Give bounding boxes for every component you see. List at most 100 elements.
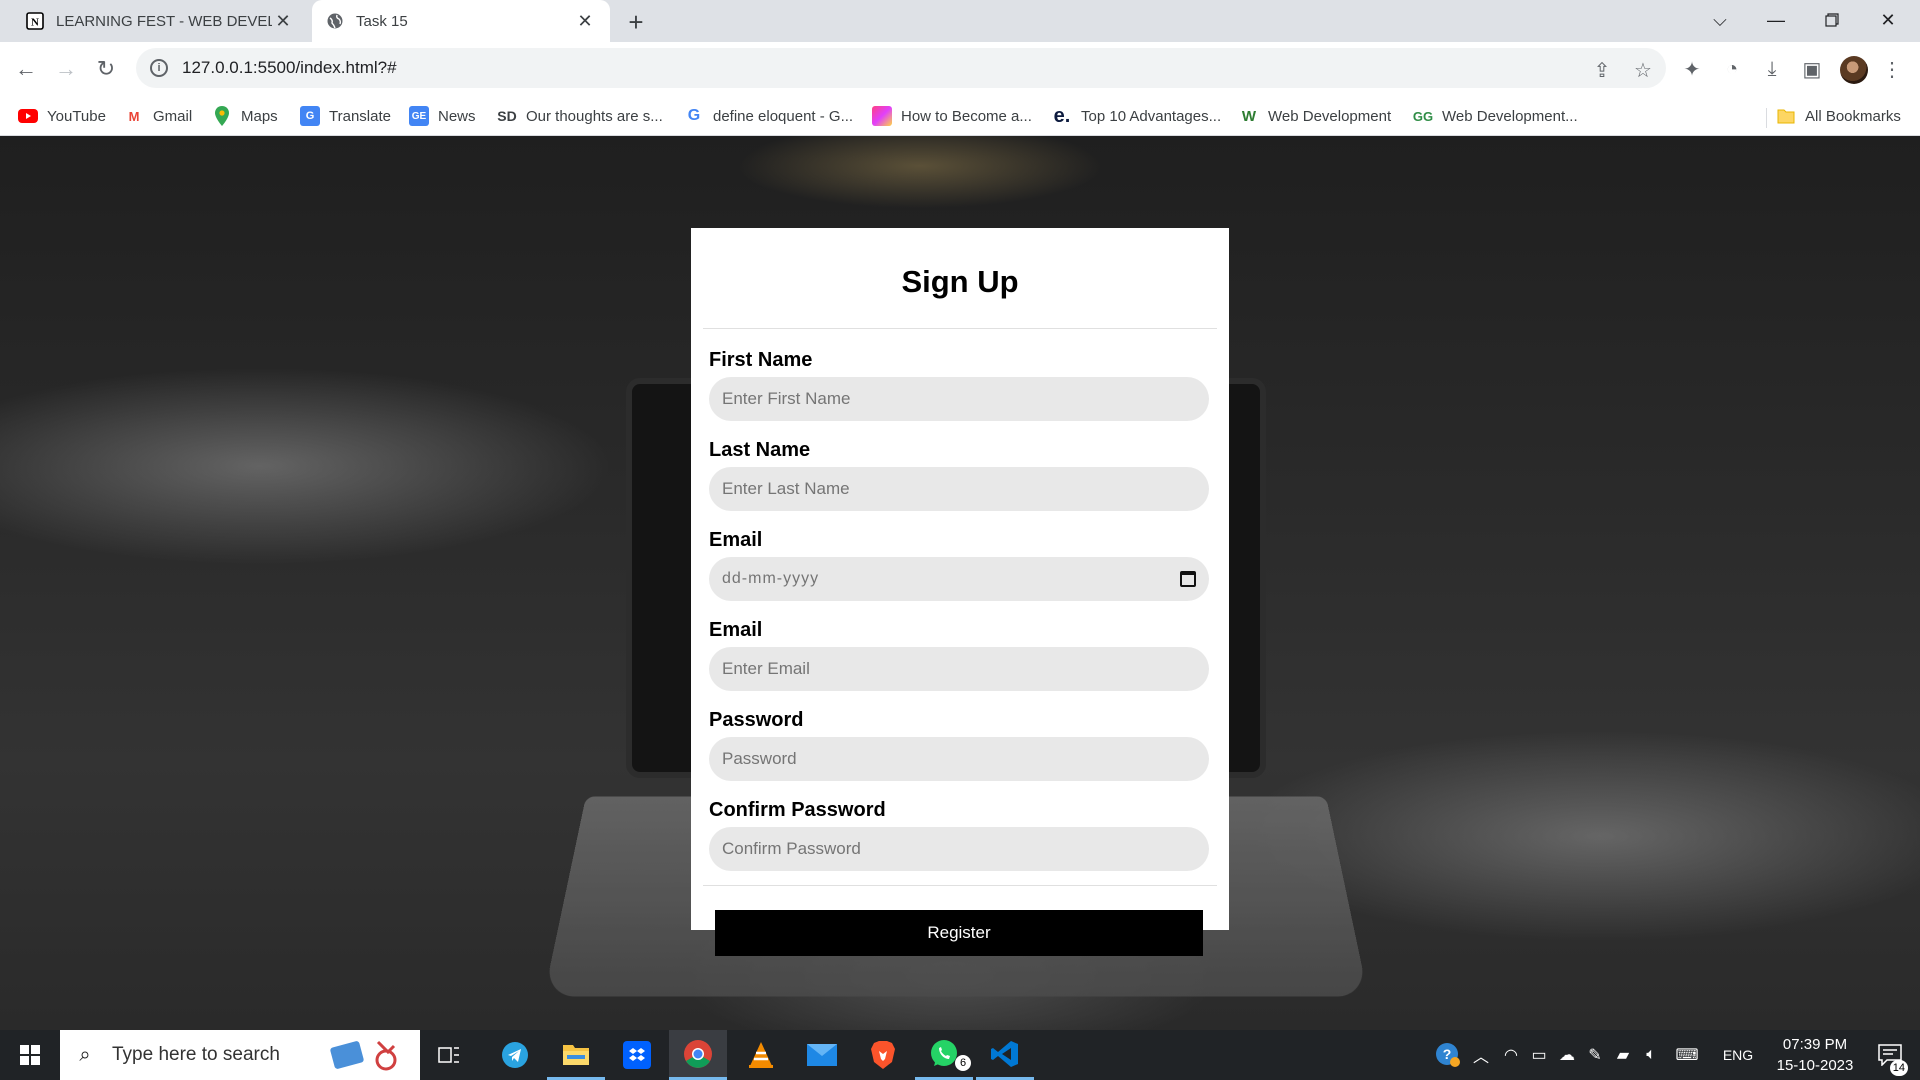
pen-icon[interactable]: ✎	[1582, 1030, 1608, 1080]
language-indicator[interactable]: ENG	[1718, 1030, 1758, 1080]
bookmark-how-to-become[interactable]: How to Become a...	[872, 96, 1032, 136]
taskbar-search[interactable]: ⌕ Type here to search	[60, 1030, 420, 1080]
back-icon[interactable]: ←	[10, 53, 42, 85]
register-button[interactable]: Register	[715, 910, 1203, 956]
reload-icon[interactable]: ↻	[90, 53, 122, 85]
telegram-icon[interactable]	[486, 1030, 544, 1080]
performance-icon[interactable]: ◔	[1716, 53, 1748, 85]
side-panel-icon[interactable]: ▣	[1796, 53, 1828, 85]
last-name-input[interactable]	[709, 467, 1209, 511]
volume-icon[interactable]: 🔈︎	[1638, 1030, 1664, 1080]
bookmark-web-development[interactable]: W Web Development	[1239, 96, 1391, 136]
windows-taskbar: ⌕ Type here to search 6 ? ︿ ◠ ▭ ☁ ✎ ▰ 🔈︎…	[0, 1030, 1920, 1080]
globe-icon	[326, 12, 344, 30]
tab-title: LEARNING FEST - WEB DEVELOPM	[56, 12, 272, 30]
signup-card: Sign Up First Name Last Name Email dd-mm…	[691, 228, 1229, 956]
notification-count-badge: 14	[1889, 1060, 1908, 1076]
menu-icon[interactable]: ⋮	[1876, 53, 1908, 85]
minimize-icon[interactable]: ―	[1748, 0, 1804, 40]
keyboard-icon[interactable]: ⌨	[1670, 1030, 1704, 1080]
download-icon[interactable]: ⤓	[1756, 53, 1788, 85]
footer-divider	[703, 885, 1217, 886]
wifi-icon[interactable]: ◠	[1498, 1030, 1524, 1080]
gfg-icon: GG	[1412, 108, 1434, 124]
close-icon[interactable]: ✕	[272, 10, 294, 32]
close-icon[interactable]: ✕	[574, 10, 596, 32]
dropbox-icon[interactable]	[608, 1030, 666, 1080]
translate-icon: G	[300, 106, 320, 126]
maps-icon	[212, 106, 232, 126]
e-icon: e.	[1053, 104, 1071, 127]
bookmark-web-development-2[interactable]: GG Web Development...	[1413, 96, 1578, 136]
confirm-password-label: Confirm Password	[709, 799, 886, 821]
title-divider	[703, 328, 1217, 329]
bookmark-maps[interactable]: Maps	[212, 96, 278, 136]
all-bookmarks-button[interactable]: All Bookmarks	[1776, 96, 1901, 136]
bookmark-youtube[interactable]: YouTube	[18, 96, 106, 136]
bookmark-top-10-advantages[interactable]: e. Top 10 Advantages...	[1052, 96, 1221, 136]
bookmarks-divider	[1766, 108, 1767, 128]
forward-icon[interactable]: →	[50, 53, 82, 85]
confirm-password-input[interactable]	[709, 827, 1209, 871]
task-view-icon[interactable]	[420, 1030, 478, 1080]
date-placeholder: dd-mm-yyyy	[722, 570, 820, 587]
whatsapp-icon[interactable]: 6	[915, 1030, 973, 1080]
meet-icon[interactable]: ▭	[1526, 1030, 1552, 1080]
tab-task-15[interactable]: Task 15 ✕	[312, 0, 610, 42]
mail-icon[interactable]	[793, 1030, 851, 1080]
chrome-icon[interactable]	[669, 1030, 727, 1080]
folder-icon	[1776, 106, 1796, 126]
search-icon: ⌕	[79, 1043, 91, 1066]
site-info-icon[interactable]: i	[150, 59, 168, 77]
bookmark-gmail[interactable]: M Gmail	[124, 96, 193, 136]
start-button[interactable]	[8, 1035, 52, 1075]
last-name-label: Last Name	[709, 439, 811, 461]
notifications-icon[interactable]: 14	[1868, 1030, 1912, 1080]
tab-search-icon[interactable]: ⌵	[1692, 0, 1748, 40]
vscode-icon[interactable]	[976, 1030, 1034, 1080]
clock-date: 15-10-2023	[1776, 1057, 1854, 1074]
email-input[interactable]	[709, 647, 1209, 691]
new-tab-button[interactable]: +	[622, 7, 650, 37]
notion-icon: N	[26, 12, 44, 30]
date-field-label: Email	[709, 529, 763, 551]
bookmark-our-thoughts[interactable]: SD Our thoughts are s...	[497, 96, 662, 136]
extensions-icon[interactable]: ✦	[1676, 53, 1708, 85]
brave-icon[interactable]	[854, 1030, 912, 1080]
system-clock[interactable]: 07:39 PM 15-10-2023	[1760, 1034, 1870, 1078]
password-label: Password	[709, 709, 804, 731]
file-explorer-icon[interactable]	[547, 1030, 605, 1080]
sd-icon: SD	[497, 108, 517, 124]
profile-avatar[interactable]	[1840, 56, 1868, 84]
help-icon[interactable]: ?	[1432, 1030, 1464, 1080]
address-bar[interactable]: i 127.0.0.1:5500/index.html?#	[136, 48, 1666, 88]
star-icon[interactable]: ☆	[1631, 58, 1655, 82]
chevron-up-icon[interactable]: ︿	[1468, 1030, 1494, 1080]
svg-text:?: ?	[1443, 1046, 1452, 1062]
restore-icon[interactable]	[1804, 0, 1860, 40]
page-title: Sign Up	[901, 264, 1019, 299]
share-icon[interactable]: ⇪	[1590, 58, 1614, 82]
date-input[interactable]: dd-mm-yyyy	[709, 557, 1209, 601]
gmail-icon: M	[128, 108, 140, 124]
bookmark-define-eloquent[interactable]: G define eloquent - G...	[684, 96, 853, 136]
notification-badge: 6	[955, 1055, 971, 1071]
first-name-input[interactable]	[709, 377, 1209, 421]
url-text: 127.0.0.1:5500/index.html?#	[182, 58, 397, 77]
browser-toolbar: ← → ↻ i 127.0.0.1:5500/index.html?# ⇪ ☆ …	[0, 42, 1920, 96]
bookmark-news[interactable]: GE News	[409, 96, 476, 136]
news-icon: GE	[409, 106, 429, 126]
clock-time: 07:39 PM	[1782, 1036, 1848, 1053]
password-input[interactable]	[709, 737, 1209, 781]
window-close-icon[interactable]: ✕	[1860, 0, 1916, 40]
onedrive-icon[interactable]: ☁	[1554, 1030, 1580, 1080]
tab-learning-fest[interactable]: N LEARNING FEST - WEB DEVELOPM ✕	[12, 0, 308, 42]
gradient-square-icon	[872, 106, 892, 126]
page-viewport: Sign Up First Name Last Name Email dd-mm…	[0, 136, 1920, 1030]
calendar-icon[interactable]	[1180, 571, 1196, 587]
battery-icon[interactable]: ▰	[1610, 1030, 1636, 1080]
tab-title: Task 15	[356, 12, 408, 30]
windows-icon	[20, 1045, 40, 1065]
vlc-icon[interactable]	[732, 1030, 790, 1080]
bookmark-translate[interactable]: G Translate	[300, 96, 391, 136]
